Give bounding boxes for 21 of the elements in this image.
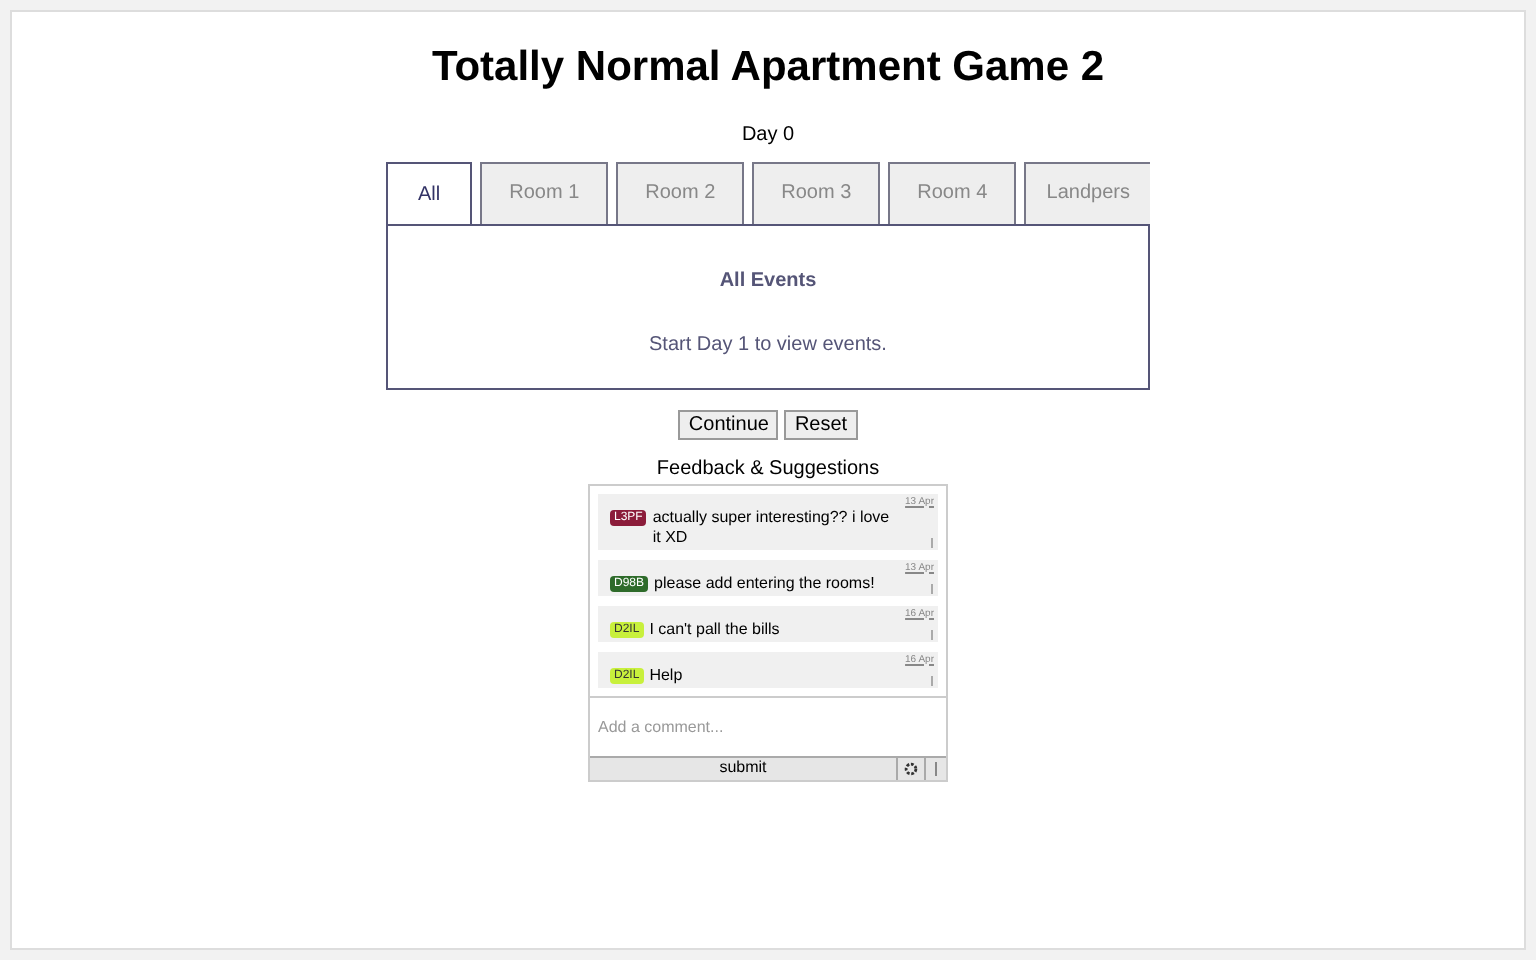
comment-text: please add entering the rooms! (654, 573, 877, 593)
comment-text: I can't pall the bills (649, 619, 782, 639)
room-tab[interactable]: Room 2 (616, 161, 745, 223)
comment-field[interactable]: Add a comment... (590, 695, 946, 755)
page-title: Totally Normal Apartment Game 2 (431, 42, 1105, 94)
action-button[interactable]: Reset (784, 409, 858, 439)
day-label: Day 0 (741, 121, 795, 149)
feedback-title: Feedback & Suggestions (656, 455, 880, 483)
room-tab[interactable]: Room 1 (480, 161, 609, 223)
comment-text: Help (649, 665, 685, 685)
room-tab[interactable]: All (386, 161, 473, 223)
panel-message: Start Day 1 to view events. (649, 331, 887, 359)
settings-icon (904, 761, 918, 775)
room-tab[interactable]: Room 3 (752, 161, 881, 223)
comment-text: actually super interesting?? i love it XD (652, 507, 890, 547)
panel-heading: All Events (719, 267, 817, 295)
settings-button[interactable] (896, 757, 924, 779)
room-tab[interactable]: Landpers (1024, 161, 1150, 223)
action-button[interactable]: Continue (678, 409, 779, 439)
submit-button[interactable]: submit (590, 757, 896, 779)
room-tab[interactable]: Room 4 (888, 161, 1017, 223)
